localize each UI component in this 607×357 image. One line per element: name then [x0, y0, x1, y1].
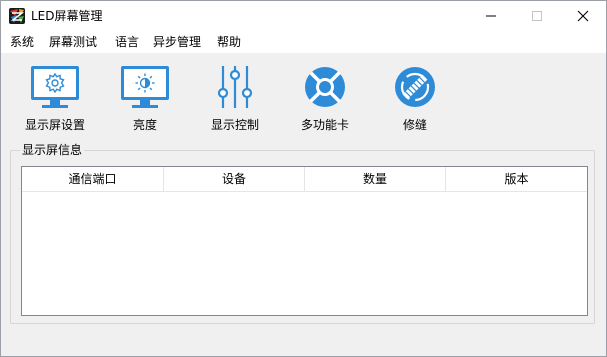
toolbar: 显示屏设置 亮度 显示控制 多功能卡 修缝 — [1, 53, 606, 139]
column-header-quantity[interactable]: 数量 — [305, 167, 446, 191]
menu-bar: 系统 屏幕测试 语言 异步管理 帮助 — [1, 31, 606, 53]
minimize-icon — [486, 15, 496, 17]
window-title: LED屏幕管理 — [31, 9, 103, 23]
display-control-button[interactable]: 显示控制 — [195, 53, 275, 137]
close-button[interactable] — [560, 1, 606, 31]
lifebuoy-icon — [305, 67, 345, 107]
monitor-brightness-icon — [121, 66, 169, 108]
display-info-title: 显示屏信息 — [20, 142, 85, 158]
multifunction-card-label: 多功能卡 — [300, 118, 349, 132]
display-settings-button[interactable]: 显示屏设置 — [15, 53, 95, 137]
menu-system[interactable]: 系统 — [10, 34, 34, 50]
column-header-device[interactable]: 设备 — [164, 167, 305, 191]
maximize-icon — [532, 11, 542, 21]
menu-language[interactable]: 语言 — [115, 34, 139, 50]
brightness-button[interactable]: 亮度 — [105, 53, 185, 137]
menu-help[interactable]: 帮助 — [217, 34, 241, 50]
menu-screen-test[interactable]: 屏幕测试 — [49, 34, 97, 50]
list-header: 通信端口 设备 数量 版本 — [22, 167, 587, 192]
close-icon — [577, 10, 589, 22]
monitor-gear-icon — [31, 66, 79, 108]
seam-repair-button[interactable]: 修缝 — [375, 53, 455, 137]
app-window: LED屏幕管理 系统 屏幕测试 语言 异步管理 帮助 显示屏设置 亮度 显示控制… — [0, 0, 607, 357]
maximize-button[interactable] — [514, 1, 560, 31]
column-header-version[interactable]: 版本 — [446, 167, 587, 191]
title-bar: LED屏幕管理 — [1, 1, 606, 31]
brightness-label: 亮度 — [132, 118, 157, 132]
seam-repair-icon — [395, 67, 435, 107]
display-control-label: 显示控制 — [210, 118, 259, 132]
column-header-port[interactable]: 通信端口 — [22, 167, 164, 191]
display-info-list[interactable]: 通信端口 设备 数量 版本 — [21, 166, 588, 316]
app-logo-icon — [9, 8, 25, 24]
minimize-button[interactable] — [468, 1, 514, 31]
multifunction-card-button[interactable]: 多功能卡 — [285, 53, 365, 137]
seam-repair-label: 修缝 — [402, 118, 427, 132]
display-settings-label: 显示屏设置 — [24, 118, 85, 132]
menu-async-management[interactable]: 异步管理 — [153, 34, 201, 50]
sliders-icon — [217, 66, 253, 108]
